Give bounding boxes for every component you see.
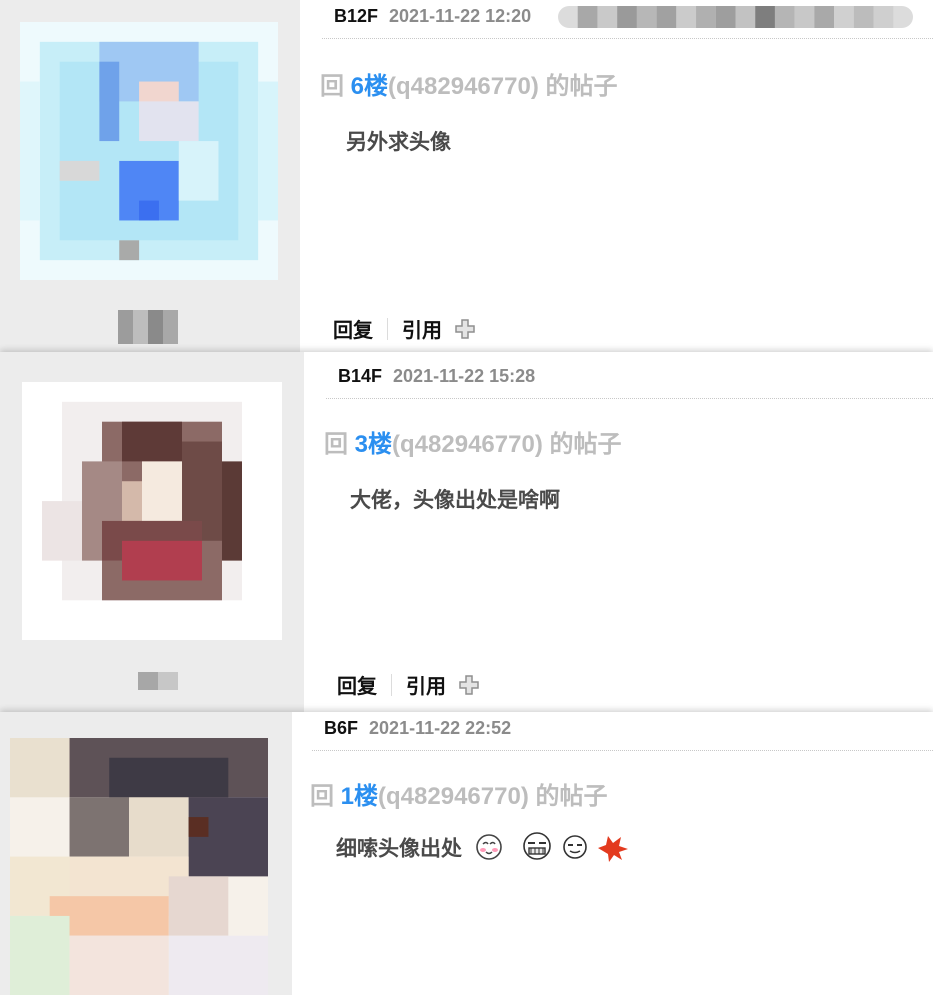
user-avatar-pixelated[interactable] — [22, 382, 282, 640]
quote-button[interactable]: 引用 — [406, 670, 446, 699]
reply-floor-link[interactable]: 6楼 — [351, 73, 388, 100]
post-content: 另外求头像 — [346, 131, 451, 154]
reply-button[interactable]: 回复 — [333, 314, 373, 343]
action-divider — [387, 317, 388, 340]
quote-button[interactable]: 引用 — [402, 314, 442, 343]
reply-heading: 回 6楼(q482946770) 的帖子 — [320, 66, 617, 101]
post-meta: B14F 2021-11-22 15:28 — [338, 366, 535, 387]
post-content: 细嗦头像出处 — [336, 830, 629, 870]
user-sidebar — [0, 352, 304, 712]
post-b6f: B6F 2021-11-22 22:52 回 1楼(q482946770) 的帖… — [0, 712, 933, 995]
reply-heading: 回 3楼(q482946770) 的帖子 — [324, 424, 621, 459]
meta-divider — [322, 38, 933, 39]
post-content-text: 细嗦头像出处 — [336, 837, 462, 861]
reply-user: (q482946770) 的帖子 — [378, 783, 608, 810]
post-meta: B6F 2021-11-22 22:52 — [324, 718, 511, 739]
username-pixelated[interactable] — [138, 672, 178, 690]
plus-icon[interactable] — [458, 674, 480, 696]
meme-face-icon — [560, 832, 590, 868]
post-time: 2021-11-22 12:20 — [389, 6, 532, 26]
reply-button[interactable]: 回复 — [337, 670, 377, 699]
post-time: 2021-11-22 22:52 — [369, 718, 512, 738]
post-b14f: B14F 2021-11-22 15:28 回 3楼(q482946770) 的… — [0, 352, 933, 712]
blood-splat-icon — [595, 832, 629, 868]
reply-floor-link[interactable]: 1楼 — [341, 783, 378, 810]
user-sidebar — [0, 0, 300, 352]
meta-divider — [326, 398, 933, 399]
floor-number: B6F — [324, 718, 359, 738]
reply-user: (q482946770) 的帖子 — [392, 431, 622, 458]
plus-icon[interactable] — [454, 318, 476, 340]
username-pixelated[interactable] — [118, 310, 178, 344]
post-content: 大佬，头像出处是啥啊 — [350, 489, 560, 512]
user-sidebar — [0, 712, 292, 995]
reply-user: (q482946770) 的帖子 — [388, 73, 618, 100]
redacted-signature — [558, 6, 913, 28]
post-meta: B12F 2021-11-22 12:20 — [334, 6, 531, 27]
action-divider — [391, 673, 392, 696]
reply-floor-link[interactable]: 3楼 — [355, 431, 392, 458]
reply-prefix: 回 — [310, 783, 341, 810]
post-time: 2021-11-22 15:28 — [393, 366, 536, 386]
post-actions: 回复 引用 — [337, 670, 480, 699]
floor-number: B14F — [338, 366, 383, 386]
user-avatar-pixelated[interactable] — [20, 22, 278, 280]
user-avatar-pixelated[interactable] — [10, 738, 268, 995]
post-b12f: B12F 2021-11-22 12:20 回 6楼(q482946770) 的… — [0, 0, 933, 352]
reply-prefix: 回 — [324, 431, 355, 458]
meme-face-icon — [520, 830, 554, 870]
blush-face-icon — [474, 832, 504, 868]
reply-prefix: 回 — [320, 73, 351, 100]
floor-number: B12F — [334, 6, 379, 26]
meta-divider — [312, 750, 933, 751]
reply-heading: 回 1楼(q482946770) 的帖子 — [310, 776, 607, 811]
post-actions: 回复 引用 — [333, 314, 476, 343]
